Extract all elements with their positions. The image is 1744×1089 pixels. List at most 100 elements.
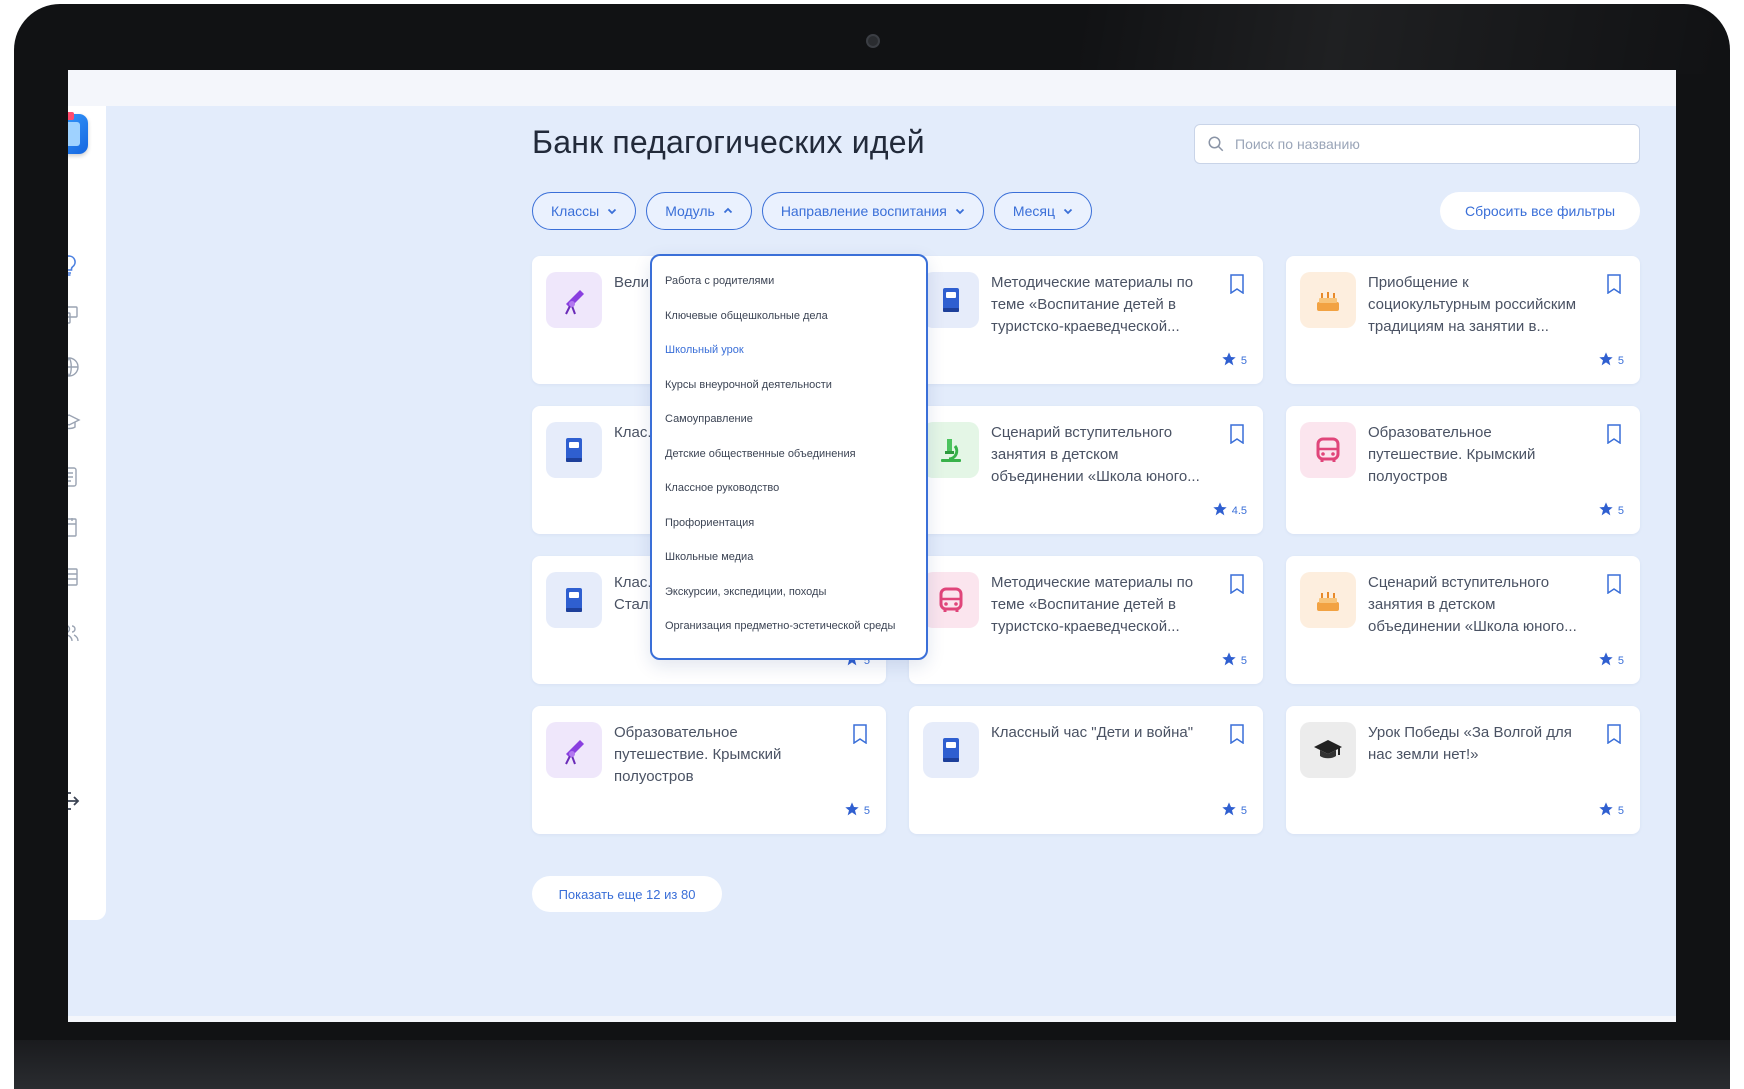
- card-rating: 5: [1598, 351, 1624, 370]
- filter-classes[interactable]: Классы: [532, 192, 637, 230]
- star-icon: [1212, 501, 1228, 520]
- filter-label: Месяц: [1012, 203, 1056, 219]
- bookmark-icon[interactable]: [1229, 724, 1245, 745]
- filter-label: Модуль: [665, 203, 715, 219]
- dropdown-option[interactable]: Профориентация: [652, 506, 926, 541]
- bookmark-icon[interactable]: [1606, 724, 1622, 745]
- rating-value: 4.5: [1231, 504, 1247, 517]
- star-icon: [1221, 651, 1237, 670]
- idea-card[interactable]: Образовательное путешествие. Крымский по…: [532, 706, 886, 834]
- card-rating: 5: [844, 801, 870, 820]
- idea-card[interactable]: Урок Победы «За Волгой для нас земли нет…: [1286, 706, 1640, 834]
- card-rating: 5: [1598, 801, 1624, 820]
- bookmark-icon[interactable]: [1229, 574, 1245, 595]
- chevron-up-icon: [723, 207, 732, 214]
- telescope-icon: [546, 272, 602, 328]
- idea-card[interactable]: Классный час "Дети и война" 5: [909, 706, 1263, 834]
- bus-icon: [923, 572, 979, 628]
- idea-card[interactable]: Методические материалы по теме «Воспитан…: [909, 256, 1263, 384]
- star-icon: [1221, 801, 1237, 820]
- graduation-cap-icon[interactable]: [68, 408, 84, 438]
- rating-value: 5: [1240, 354, 1247, 367]
- star-icon: [1598, 801, 1614, 820]
- idea-card[interactable]: Образовательное путешествие. Крымский по…: [1286, 406, 1640, 534]
- bookmark-icon[interactable]: [1606, 424, 1622, 445]
- logout-icon[interactable]: [68, 786, 84, 816]
- idea-card[interactable]: Сценарий вступительного занятия в детско…: [1286, 556, 1640, 684]
- dropdown-option[interactable]: Школьный урок: [652, 333, 926, 368]
- module-dropdown: Работа с родителями Ключевые общешкольные…: [650, 254, 928, 660]
- rating-value: 5: [1617, 354, 1624, 367]
- rating-value: 5: [1240, 804, 1247, 817]
- dropdown-option[interactable]: Организация предметно-эстетической среды: [652, 609, 926, 644]
- card-title: Приобщение к социокультурным российским …: [1368, 274, 1577, 335]
- presentation-icon[interactable]: [68, 300, 84, 330]
- filter-month[interactable]: Месяц: [993, 192, 1093, 230]
- card-title: Образовательное путешествие. Крымский по…: [1368, 424, 1536, 485]
- document-icon[interactable]: [68, 462, 84, 492]
- filter-bar: Классы Модуль Направление воспитания Мес…: [532, 192, 1093, 230]
- bookmark-icon[interactable]: [852, 724, 868, 745]
- search-box[interactable]: [1194, 124, 1640, 164]
- bus-icon: [1300, 422, 1356, 478]
- card-rating: 5: [1221, 351, 1247, 370]
- star-icon: [1598, 651, 1614, 670]
- dropdown-option[interactable]: Работа с родителями: [652, 264, 926, 299]
- lightbulb-icon[interactable]: [68, 250, 84, 280]
- card-rating: 5: [1598, 651, 1624, 670]
- chevron-down-icon: [955, 208, 964, 215]
- chevron-down-icon: [608, 208, 617, 215]
- star-icon: [1598, 351, 1614, 370]
- idea-card[interactable]: Методические материалы по теме «Воспитан…: [909, 556, 1263, 684]
- telescope-icon: [546, 722, 602, 778]
- book-icon: [546, 422, 602, 478]
- dropdown-option[interactable]: Курсы внеурочной деятельности: [652, 368, 926, 403]
- bookmark-icon[interactable]: [1229, 274, 1245, 295]
- star-icon: [1221, 351, 1237, 370]
- card-title: Сценарий вступительного занятия в детско…: [991, 424, 1200, 485]
- star-icon: [844, 801, 860, 820]
- filter-module[interactable]: Модуль: [646, 192, 752, 230]
- card-title: Образовательное путешествие. Крымский по…: [614, 724, 782, 785]
- card-title: Методические материалы по теме «Воспитан…: [991, 574, 1194, 635]
- idea-card[interactable]: Приобщение к социокультурным российским …: [1286, 256, 1640, 384]
- sidebar: [68, 106, 106, 920]
- laptop-base: [14, 1040, 1730, 1089]
- card-title: Методические материалы по теме «Воспитан…: [991, 274, 1194, 335]
- search-input[interactable]: [1235, 136, 1615, 152]
- dropdown-option[interactable]: Самоуправление: [652, 402, 926, 437]
- reset-filters-button[interactable]: Сбросить все фильтры: [1440, 192, 1640, 230]
- users-icon[interactable]: [68, 618, 84, 648]
- card-rating: 5: [1598, 501, 1624, 520]
- card-title: Классный час "Дети и война": [991, 724, 1194, 741]
- dropdown-option[interactable]: Экскурсии, экспедиции, походы: [652, 575, 926, 610]
- dropdown-option[interactable]: Школьные медиа: [652, 540, 926, 575]
- dropdown-option[interactable]: Классное руководство: [652, 471, 926, 506]
- laptop-screen: Банк педагогических идей Классы Модуль Н…: [68, 70, 1676, 1022]
- book-icon: [923, 272, 979, 328]
- globe-icon[interactable]: [68, 352, 84, 382]
- microscope-icon: [923, 422, 979, 478]
- bookmark-icon[interactable]: [1606, 574, 1622, 595]
- rating-value: 5: [1240, 654, 1247, 667]
- bezel-reflection: [1080, 4, 1720, 74]
- webcam: [866, 34, 880, 48]
- app-window: Банк педагогических идей Классы Модуль Н…: [68, 106, 1676, 1016]
- bookmark-icon[interactable]: [1229, 424, 1245, 445]
- card-rating: 5: [1221, 651, 1247, 670]
- filter-direction[interactable]: Направление воспитания: [761, 192, 984, 230]
- book-icon: [546, 572, 602, 628]
- dropdown-option[interactable]: Детские общественные объединения: [652, 437, 926, 472]
- app-logo[interactable]: [68, 112, 88, 154]
- page-title: Банк педагогических идей: [532, 124, 925, 160]
- dropdown-option[interactable]: Ключевые общешкольные дела: [652, 299, 926, 334]
- show-more-button[interactable]: Показать еще 12 из 80: [532, 876, 722, 912]
- idea-card[interactable]: Сценарий вступительного занятия в детско…: [909, 406, 1263, 534]
- table-icon[interactable]: [68, 562, 84, 592]
- card-title: Сценарий вступительного занятия в детско…: [1368, 574, 1577, 635]
- card-title: Урок Победы «За Волгой для нас земли нет…: [1368, 724, 1572, 763]
- rating-value: 5: [1617, 654, 1624, 667]
- filter-label: Классы: [551, 203, 600, 219]
- bookmark-icon[interactable]: [1606, 274, 1622, 295]
- calendar-icon[interactable]: [68, 512, 84, 542]
